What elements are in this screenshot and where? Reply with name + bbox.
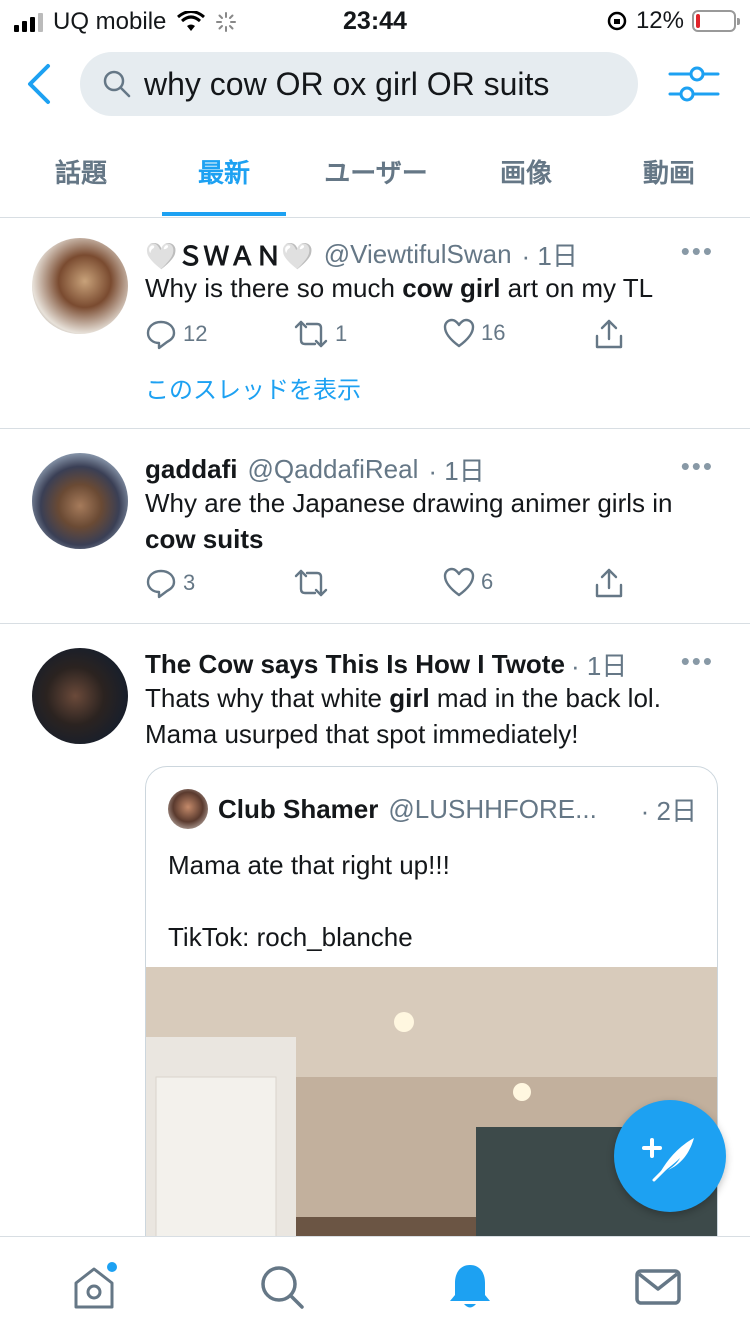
reply-count: 3	[183, 570, 196, 595]
show-thread-link[interactable]: このスレッドを表示	[145, 370, 361, 405]
tweet-time: · 1日	[428, 456, 485, 486]
quoted-author-handle: @LUSHHFORE...	[388, 793, 597, 824]
search-input[interactable]: why cow OR ox girl OR suits	[80, 52, 638, 116]
search-header: why cow OR ox girl OR suits	[0, 40, 750, 136]
quoted-tweet-text-line2: TikTok: roch_blanche	[168, 922, 413, 952]
author-name: The Cow says This Is How I Twote	[145, 649, 565, 679]
tab-latest[interactable]: 最新	[162, 136, 286, 216]
bell-icon[interactable]	[444, 1261, 496, 1313]
tweet-time: · 1日	[521, 241, 578, 271]
status-bar: UQ mobile 23:44 12%	[0, 0, 750, 40]
tweet-text-highlight: cow girl	[402, 273, 501, 303]
active-tab-indicator	[162, 212, 286, 216]
reply-button[interactable]: 3	[145, 567, 195, 599]
retweet-button[interactable]: 1	[293, 318, 347, 350]
avatar[interactable]	[32, 453, 128, 549]
retweet-count: 1	[335, 321, 348, 346]
rotation-lock-icon	[607, 11, 627, 31]
tweet-text-part: art on my TL	[500, 273, 654, 303]
more-options-icon[interactable]: •••	[681, 451, 714, 482]
search-tabs: 話題 最新 ユーザー 画像 動画	[0, 136, 750, 218]
search-icon[interactable]	[256, 1261, 308, 1313]
author-name: 🤍ＳＷＡＮ🤍	[145, 241, 314, 271]
tab-users[interactable]: ユーザー	[296, 136, 456, 216]
retweet-icon	[294, 569, 328, 597]
tweet-text-highlight: girl	[389, 683, 430, 713]
quoted-tweet-time: · 2日	[640, 795, 697, 826]
more-options-icon[interactable]: •••	[681, 236, 714, 267]
tweet-actions: 12 1 16	[145, 318, 635, 358]
like-button[interactable]: 16	[443, 318, 505, 348]
tweet-text: Thats why that white girl mad in the bac…	[145, 680, 720, 752]
search-icon	[103, 70, 131, 98]
battery-icon	[692, 10, 740, 32]
tweet-text-part: Why is there so much	[145, 273, 403, 303]
heart-icon	[443, 318, 475, 348]
retweet-icon	[294, 320, 328, 348]
sliders-icon[interactable]	[666, 62, 722, 106]
tweet[interactable]: 🤍ＳＷＡＮ🤍 @ViewtifulSwan · 1日 ••• Why is th…	[0, 218, 750, 429]
author-handle: @QaddafiReal	[247, 454, 419, 484]
tweet-actions: 3 6	[145, 567, 635, 607]
share-icon	[595, 319, 623, 349]
mail-icon[interactable]	[632, 1261, 684, 1313]
tweet-text-part: Thats why that white	[145, 683, 390, 713]
bottom-navigation	[0, 1236, 750, 1334]
tab-images[interactable]: 画像	[456, 136, 596, 216]
tweet-text-highlight: cow suits	[145, 524, 264, 554]
author-name: gaddafi	[145, 454, 238, 484]
share-button[interactable]	[593, 318, 625, 350]
like-button[interactable]: 6	[443, 567, 493, 597]
home-icon[interactable]	[68, 1261, 120, 1313]
comment-icon	[146, 320, 176, 350]
share-icon	[595, 568, 623, 598]
reply-button[interactable]: 12	[145, 318, 207, 350]
tweet[interactable]: gaddafi @QaddafiReal · 1日 ••• Why are th…	[0, 429, 750, 624]
more-options-icon[interactable]: •••	[681, 646, 714, 677]
tweet-time: · 1日	[570, 651, 628, 681]
comment-icon	[146, 569, 176, 599]
like-count: 6	[481, 569, 494, 594]
quoted-tweet-text: Mama ate that right up!!!	[168, 850, 450, 880]
tweet-text-part: Why are the Japanese drawing animer girl…	[145, 488, 673, 518]
tweet-text: Why are the Japanese drawing animer girl…	[145, 485, 720, 557]
tab-top[interactable]: 話題	[0, 136, 162, 216]
reply-count: 12	[183, 321, 208, 346]
heart-icon	[443, 567, 475, 597]
battery-percent: 12%	[635, 7, 684, 34]
avatar[interactable]	[32, 648, 128, 744]
author-handle: @ViewtifulSwan	[323, 239, 512, 269]
tweet-text: Why is there so much cow girl art on my …	[145, 270, 720, 306]
quoted-avatar	[168, 789, 208, 829]
like-count: 16	[481, 320, 506, 345]
search-query: why cow OR ox girl OR suits	[144, 65, 550, 102]
retweet-button[interactable]	[293, 567, 335, 599]
compose-tweet-button[interactable]	[614, 1100, 726, 1212]
tab-latest-label: 最新	[197, 158, 250, 188]
share-button[interactable]	[593, 567, 625, 599]
feather-plus-icon	[642, 1138, 694, 1182]
back-chevron-icon[interactable]	[24, 62, 54, 106]
quoted-author-name: Club Shamer	[218, 793, 379, 824]
avatar[interactable]	[32, 238, 128, 334]
tab-videos[interactable]: 動画	[596, 136, 742, 216]
